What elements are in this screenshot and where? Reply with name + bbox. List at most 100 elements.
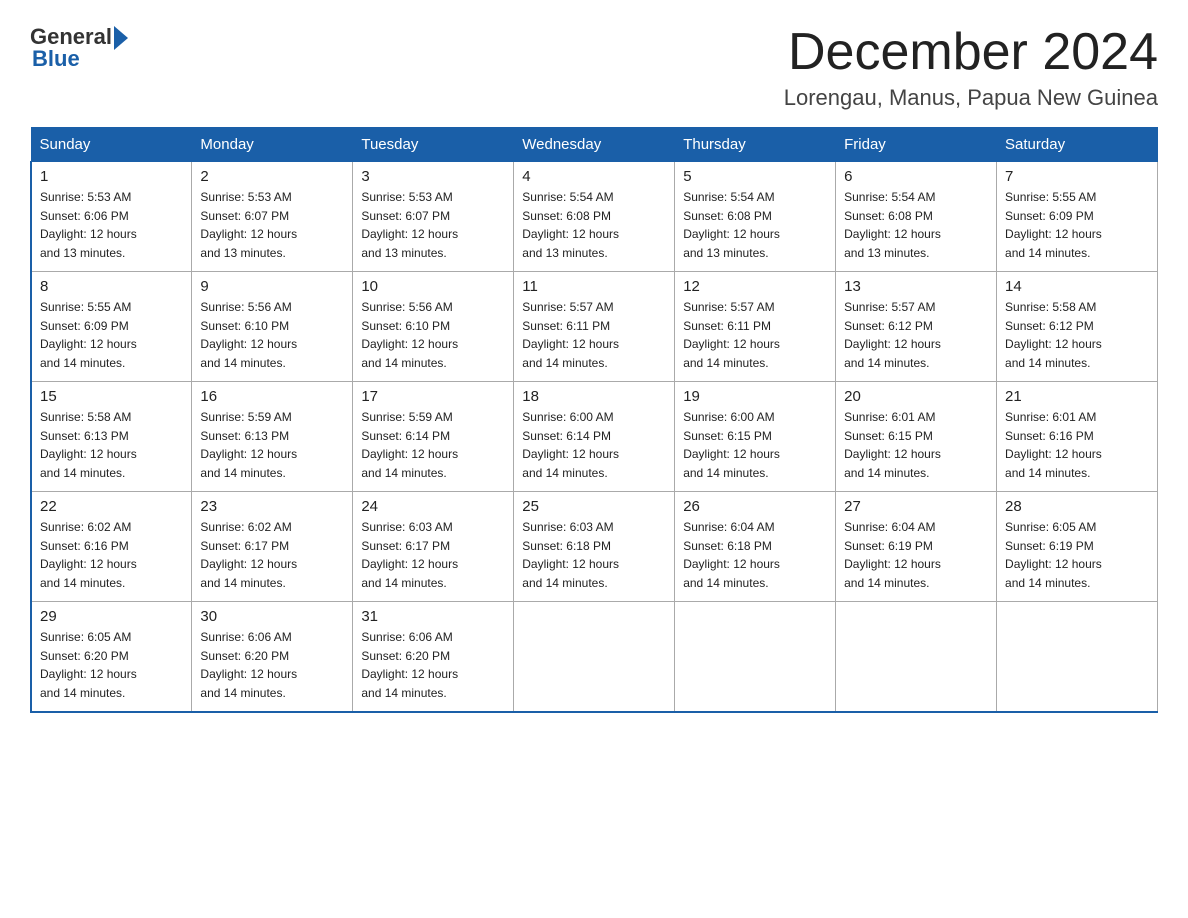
day-number: 31 [361, 608, 505, 625]
calendar-cell: 29 Sunrise: 6:05 AMSunset: 6:20 PMDayligh… [31, 602, 192, 712]
calendar-cell: 14 Sunrise: 5:58 AMSunset: 6:12 PMDayligh… [997, 272, 1158, 382]
day-number: 17 [361, 388, 505, 405]
calendar-cell: 6 Sunrise: 5:54 AMSunset: 6:08 PMDaylight… [836, 162, 997, 272]
calendar-cell: 1Sunrise: 5:53 AMSunset: 6:06 PMDaylight… [31, 162, 192, 272]
calendar-cell: 17Sunrise: 5:59 AMSunset: 6:14 PMDayligh… [353, 382, 514, 492]
day-info: Sunrise: 6:04 AMSunset: 6:19 PMDaylight:… [844, 520, 941, 590]
calendar-cell: 19Sunrise: 6:00 AMSunset: 6:15 PMDayligh… [675, 382, 836, 492]
day-number: 13 [844, 278, 988, 295]
calendar-cell: 15Sunrise: 5:58 AMSunset: 6:13 PMDayligh… [31, 382, 192, 492]
day-info: Sunrise: 5:53 AMSunset: 6:07 PMDaylight:… [200, 190, 297, 260]
calendar-cell [836, 602, 997, 712]
calendar-header-row: SundayMondayTuesdayWednesdayThursdayFrid… [31, 128, 1158, 162]
day-number: 4 [522, 168, 666, 185]
header-cell-sunday: Sunday [31, 128, 192, 162]
header-cell-friday: Friday [836, 128, 997, 162]
day-info: Sunrise: 5:53 AMSunset: 6:07 PMDaylight:… [361, 190, 458, 260]
calendar-cell: 9 Sunrise: 5:56 AMSunset: 6:10 PMDaylight… [192, 272, 353, 382]
calendar-cell: 25Sunrise: 6:03 AMSunset: 6:18 PMDayligh… [514, 492, 675, 602]
page-header: General Blue December 2024 Lorengau, Man… [30, 24, 1158, 111]
day-info: Sunrise: 6:04 AMSunset: 6:18 PMDaylight:… [683, 520, 780, 590]
day-info: Sunrise: 5:54 AMSunset: 6:08 PMDaylight:… [683, 190, 780, 260]
day-info: Sunrise: 5:55 AMSunset: 6:09 PMDaylight:… [40, 300, 137, 370]
day-info: Sunrise: 5:54 AMSunset: 6:08 PMDaylight:… [522, 190, 619, 260]
day-number: 10 [361, 278, 505, 295]
day-info: Sunrise: 5:56 AMSunset: 6:10 PMDaylight:… [361, 300, 458, 370]
day-number: 16 [200, 388, 344, 405]
day-number: 3 [361, 168, 505, 185]
day-number: 9 [200, 278, 344, 295]
calendar-cell [997, 602, 1158, 712]
day-info: Sunrise: 5:57 AMSunset: 6:12 PMDaylight:… [844, 300, 941, 370]
calendar-cell: 3 Sunrise: 5:53 AMSunset: 6:07 PMDaylight… [353, 162, 514, 272]
logo-arrow-icon [114, 26, 128, 50]
day-number: 7 [1005, 168, 1149, 185]
day-number: 18 [522, 388, 666, 405]
calendar-cell [675, 602, 836, 712]
day-number: 2 [200, 168, 344, 185]
day-number: 19 [683, 388, 827, 405]
logo-blue-text: Blue [32, 46, 80, 72]
month-title: December 2024 [784, 24, 1158, 81]
calendar-week-row: 8 Sunrise: 5:55 AMSunset: 6:09 PMDaylight… [31, 272, 1158, 382]
calendar-cell: 4 Sunrise: 5:54 AMSunset: 6:08 PMDaylight… [514, 162, 675, 272]
day-info: Sunrise: 6:05 AMSunset: 6:20 PMDaylight:… [40, 630, 137, 700]
header-cell-monday: Monday [192, 128, 353, 162]
calendar-cell: 21Sunrise: 6:01 AMSunset: 6:16 PMDayligh… [997, 382, 1158, 492]
calendar-cell [514, 602, 675, 712]
day-number: 6 [844, 168, 988, 185]
day-info: Sunrise: 5:55 AMSunset: 6:09 PMDaylight:… [1005, 190, 1102, 260]
day-number: 15 [40, 388, 183, 405]
calendar-cell: 31 Sunrise: 6:06 AMSunset: 6:20 PMDayligh… [353, 602, 514, 712]
calendar-cell: 18 Sunrise: 6:00 AMSunset: 6:14 PMDayligh… [514, 382, 675, 492]
calendar-cell: 7 Sunrise: 5:55 AMSunset: 6:09 PMDaylight… [997, 162, 1158, 272]
day-info: Sunrise: 6:01 AMSunset: 6:15 PMDaylight:… [844, 410, 941, 480]
day-number: 29 [40, 608, 183, 625]
day-number: 23 [200, 498, 344, 515]
day-number: 11 [522, 278, 666, 295]
day-info: Sunrise: 6:05 AMSunset: 6:19 PMDaylight:… [1005, 520, 1102, 590]
header-cell-thursday: Thursday [675, 128, 836, 162]
calendar-cell: 13 Sunrise: 5:57 AMSunset: 6:12 PMDayligh… [836, 272, 997, 382]
day-number: 12 [683, 278, 827, 295]
day-number: 8 [40, 278, 183, 295]
calendar-cell: 10 Sunrise: 5:56 AMSunset: 6:10 PMDayligh… [353, 272, 514, 382]
day-info: Sunrise: 5:54 AMSunset: 6:08 PMDaylight:… [844, 190, 941, 260]
header-cell-tuesday: Tuesday [353, 128, 514, 162]
day-info: Sunrise: 5:58 AMSunset: 6:12 PMDaylight:… [1005, 300, 1102, 370]
calendar-table: SundayMondayTuesdayWednesdayThursdayFrid… [30, 127, 1158, 713]
day-info: Sunrise: 5:53 AMSunset: 6:06 PMDaylight:… [40, 190, 137, 260]
day-info: Sunrise: 5:57 AMSunset: 6:11 PMDaylight:… [522, 300, 619, 370]
calendar-cell: 2 Sunrise: 5:53 AMSunset: 6:07 PMDaylight… [192, 162, 353, 272]
calendar-cell: 11 Sunrise: 5:57 AMSunset: 6:11 PMDayligh… [514, 272, 675, 382]
calendar-week-row: 15Sunrise: 5:58 AMSunset: 6:13 PMDayligh… [31, 382, 1158, 492]
day-info: Sunrise: 6:02 AMSunset: 6:17 PMDaylight:… [200, 520, 297, 590]
calendar-cell: 20Sunrise: 6:01 AMSunset: 6:15 PMDayligh… [836, 382, 997, 492]
day-number: 24 [361, 498, 505, 515]
day-number: 14 [1005, 278, 1149, 295]
day-info: Sunrise: 6:06 AMSunset: 6:20 PMDaylight:… [200, 630, 297, 700]
day-number: 5 [683, 168, 827, 185]
day-number: 28 [1005, 498, 1149, 515]
logo: General Blue [30, 24, 128, 72]
header-cell-saturday: Saturday [997, 128, 1158, 162]
calendar-cell: 27Sunrise: 6:04 AMSunset: 6:19 PMDayligh… [836, 492, 997, 602]
calendar-cell: 28 Sunrise: 6:05 AMSunset: 6:19 PMDayligh… [997, 492, 1158, 602]
calendar-cell: 30 Sunrise: 6:06 AMSunset: 6:20 PMDayligh… [192, 602, 353, 712]
day-info: Sunrise: 6:00 AMSunset: 6:14 PMDaylight:… [522, 410, 619, 480]
day-info: Sunrise: 5:59 AMSunset: 6:13 PMDaylight:… [200, 410, 297, 480]
calendar-cell: 16 Sunrise: 5:59 AMSunset: 6:13 PMDayligh… [192, 382, 353, 492]
day-info: Sunrise: 6:06 AMSunset: 6:20 PMDaylight:… [361, 630, 458, 700]
calendar-cell: 24Sunrise: 6:03 AMSunset: 6:17 PMDayligh… [353, 492, 514, 602]
calendar-week-row: 22Sunrise: 6:02 AMSunset: 6:16 PMDayligh… [31, 492, 1158, 602]
calendar-cell: 8 Sunrise: 5:55 AMSunset: 6:09 PMDaylight… [31, 272, 192, 382]
day-number: 30 [200, 608, 344, 625]
calendar-week-row: 29 Sunrise: 6:05 AMSunset: 6:20 PMDayligh… [31, 602, 1158, 712]
day-number: 21 [1005, 388, 1149, 405]
calendar-cell: 22Sunrise: 6:02 AMSunset: 6:16 PMDayligh… [31, 492, 192, 602]
day-number: 25 [522, 498, 666, 515]
day-info: Sunrise: 5:56 AMSunset: 6:10 PMDaylight:… [200, 300, 297, 370]
calendar-cell: 12Sunrise: 5:57 AMSunset: 6:11 PMDayligh… [675, 272, 836, 382]
day-number: 26 [683, 498, 827, 515]
day-info: Sunrise: 6:02 AMSunset: 6:16 PMDaylight:… [40, 520, 137, 590]
